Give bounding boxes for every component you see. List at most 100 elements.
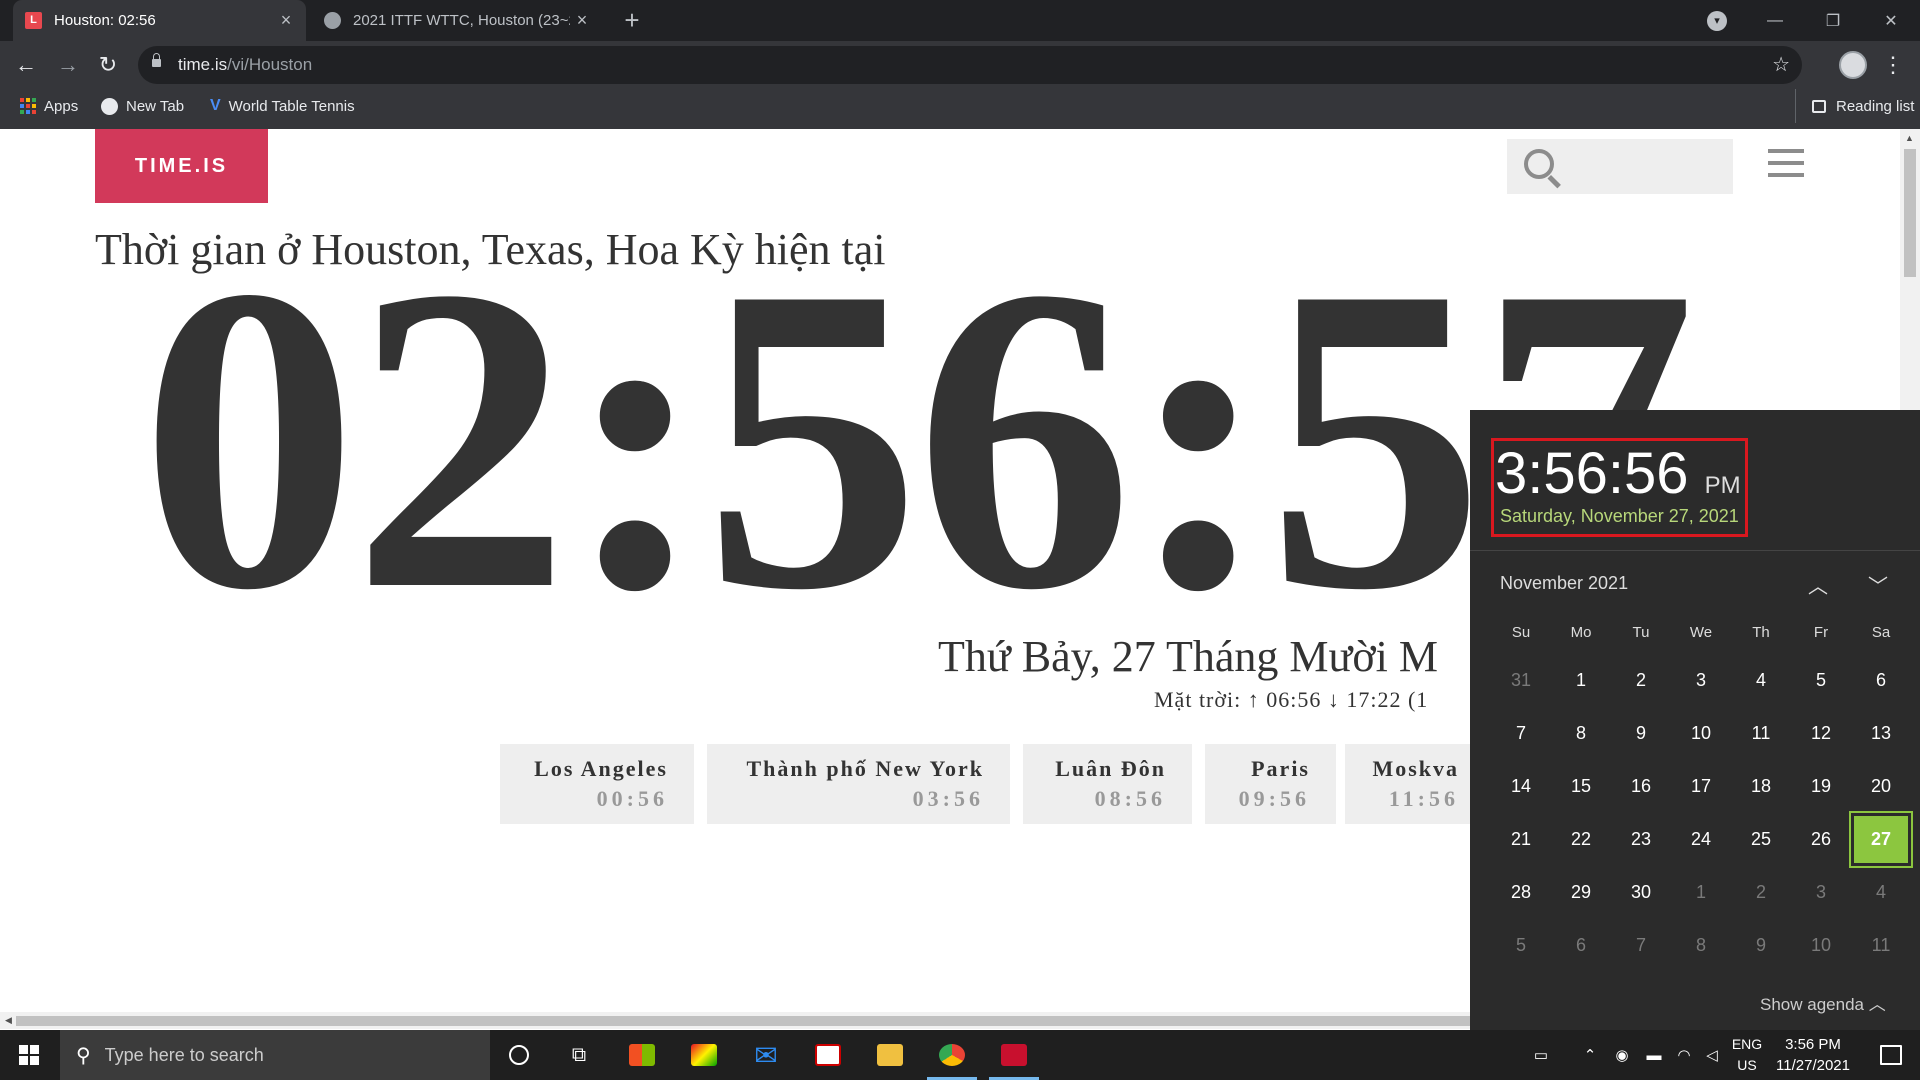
bookmark-new-tab[interactable]: New Tab — [101, 89, 184, 123]
close-tab-icon[interactable]: × — [274, 10, 298, 31]
input-language[interactable]: ENG US — [1726, 1030, 1768, 1080]
back-button[interactable]: ← — [10, 49, 42, 81]
calendar-day[interactable]: 2 — [1611, 654, 1671, 707]
calendar-day[interactable]: 5 — [1491, 919, 1551, 972]
task-view-icon[interactable]: ⧉ — [550, 1030, 608, 1080]
forward-button[interactable]: → — [52, 49, 84, 81]
show-agenda-button[interactable]: Show agenda ︿ — [1760, 990, 1886, 1015]
city-tile-los-angeles[interactable]: Los Angeles 00:56 — [500, 744, 694, 824]
calendar-day[interactable]: 16 — [1611, 760, 1671, 813]
calendar-day[interactable]: 7 — [1611, 919, 1671, 972]
calendar-day[interactable]: 12 — [1791, 707, 1851, 760]
snipping-tool-icon[interactable] — [799, 1030, 857, 1080]
calendar-day[interactable]: 30 — [1611, 866, 1671, 919]
calendar-day[interactable]: 18 — [1731, 760, 1791, 813]
calendar-day[interactable]: 8 — [1551, 707, 1611, 760]
chrome-icon[interactable] — [923, 1030, 981, 1080]
calendar-day[interactable]: 19 — [1791, 760, 1851, 813]
volume-icon[interactable]: ◁ — [1698, 1030, 1726, 1080]
url-text[interactable]: time.is/vi/Houston — [178, 46, 312, 84]
scroll-up-arrow-icon[interactable]: ▲ — [1905, 133, 1914, 143]
hamburger-menu-icon[interactable] — [1768, 149, 1804, 185]
calendar-day[interactable]: 8 — [1671, 919, 1731, 972]
calendar-day[interactable]: 13 — [1851, 707, 1911, 760]
calendar-day[interactable]: 20 — [1851, 760, 1911, 813]
city-tile-new-york[interactable]: Thành phố New York 03:56 — [707, 744, 1010, 824]
calendar-day[interactable]: 3 — [1671, 654, 1731, 707]
calendar-day[interactable]: 10 — [1671, 707, 1731, 760]
address-bar[interactable]: time.is/vi/Houston ☆ — [138, 46, 1802, 84]
taskbar-search-box[interactable]: ⚲ Type here to search — [60, 1030, 490, 1080]
reading-list-button[interactable]: Reading list — [1795, 89, 1914, 123]
paint-app-icon[interactable] — [675, 1030, 733, 1080]
scrollbar-thumb[interactable] — [1904, 149, 1916, 277]
bookmark-world-table-tennis[interactable]: V World Table Tennis — [210, 89, 355, 123]
calendar-month-label[interactable]: November 2021 — [1500, 573, 1628, 594]
calendar-day[interactable]: 1 — [1551, 654, 1611, 707]
calendar-day[interactable]: 17 — [1671, 760, 1731, 813]
bookmark-star-icon[interactable]: ☆ — [1772, 46, 1790, 84]
calendar-day[interactable]: 29 — [1551, 866, 1611, 919]
calendar-day[interactable]: 10 — [1791, 919, 1851, 972]
city-tile-paris[interactable]: Paris 09:56 — [1205, 744, 1336, 824]
file-explorer-icon[interactable] — [861, 1030, 919, 1080]
scrollbar-thumb[interactable] — [16, 1016, 1476, 1026]
calendar-day[interactable]: 26 — [1791, 813, 1851, 866]
close-window-button[interactable]: ✕ — [1868, 0, 1914, 41]
mail-icon[interactable]: ✉ — [737, 1030, 795, 1080]
notification-center-icon[interactable] — [1862, 1030, 1920, 1080]
calendar-day[interactable]: 15 — [1551, 760, 1611, 813]
browser-menu-icon[interactable]: ⋮ — [1882, 49, 1904, 81]
calendar-day[interactable]: 11 — [1851, 919, 1911, 972]
wifi-icon[interactable]: ◠ — [1670, 1030, 1698, 1080]
reload-button[interactable]: ↻ — [92, 49, 124, 81]
new-tab-button[interactable]: + — [617, 6, 647, 36]
calendar-day[interactable]: 31 — [1491, 654, 1551, 707]
keyboard-icon[interactable]: ▭ — [1520, 1030, 1562, 1080]
tab-ittf-wttc[interactable]: 2021 ITTF WTTC, Houston (23~29 × — [312, 0, 602, 41]
site-search-input[interactable] — [1507, 139, 1733, 194]
calendar-day[interactable]: 28 — [1491, 866, 1551, 919]
calendar-day[interactable]: 24 — [1671, 813, 1731, 866]
red-app-icon[interactable] — [985, 1030, 1043, 1080]
battery-icon[interactable]: ▬ — [1638, 1030, 1670, 1080]
city-tile-moskva[interactable]: Moskva 11:56 — [1345, 744, 1485, 824]
calendar-day[interactable]: 11 — [1731, 707, 1791, 760]
calendar-day[interactable]: 9 — [1731, 919, 1791, 972]
lock-icon[interactable] — [152, 53, 161, 67]
calendar-day[interactable]: 14 — [1491, 760, 1551, 813]
calendar-day[interactable]: 3 — [1791, 866, 1851, 919]
show-hidden-icons-chevron[interactable]: ⌃ — [1574, 1030, 1606, 1080]
taskbar-clock[interactable]: 3:56 PM 11/27/2021 — [1768, 1030, 1858, 1080]
chevron-up-icon[interactable]: ︿ — [1804, 570, 1832, 599]
city-tile-london[interactable]: Luân Đôn 08:56 — [1023, 744, 1192, 824]
time-is-logo[interactable]: TIME.IS — [95, 129, 268, 203]
calendar-day[interactable]: 7 — [1491, 707, 1551, 760]
calendar-day[interactable]: 22 — [1551, 813, 1611, 866]
calendar-day[interactable]: 6 — [1551, 919, 1611, 972]
scroll-left-arrow-icon[interactable]: ◀ — [5, 1015, 12, 1026]
minimize-button[interactable]: — — [1752, 0, 1798, 41]
calendar-day[interactable]: 6 — [1851, 654, 1911, 707]
calendar-day[interactable]: 4 — [1851, 866, 1911, 919]
microsoft-store-icon[interactable] — [613, 1030, 671, 1080]
flyout-long-date[interactable]: Saturday, November 27, 2021 — [1500, 506, 1739, 527]
tab-houston[interactable]: L Houston: 02:56 × — [13, 0, 306, 41]
calendar-day[interactable]: 1 — [1671, 866, 1731, 919]
calendar-day[interactable]: 21 — [1491, 813, 1551, 866]
calendar-day[interactable]: 23 — [1611, 813, 1671, 866]
start-button[interactable] — [0, 1030, 58, 1080]
tab-search-icon[interactable]: ▾ — [1707, 11, 1727, 31]
calendar-day[interactable]: 9 — [1611, 707, 1671, 760]
calendar-day[interactable]: 25 — [1731, 813, 1791, 866]
webcam-icon[interactable]: ◉ — [1606, 1030, 1638, 1080]
calendar-day[interactable]: 2 — [1731, 866, 1791, 919]
calendar-day[interactable]: 4 — [1731, 654, 1791, 707]
bookmark-apps[interactable]: Apps — [20, 89, 78, 123]
chevron-down-icon[interactable]: ﹀ — [1864, 570, 1892, 599]
calendar-day-today[interactable]: 27 — [1849, 811, 1913, 868]
cortana-icon[interactable] — [490, 1030, 548, 1080]
maximize-button[interactable]: ❐ — [1810, 0, 1856, 41]
calendar-day[interactable]: 5 — [1791, 654, 1851, 707]
profile-avatar[interactable] — [1839, 51, 1867, 79]
